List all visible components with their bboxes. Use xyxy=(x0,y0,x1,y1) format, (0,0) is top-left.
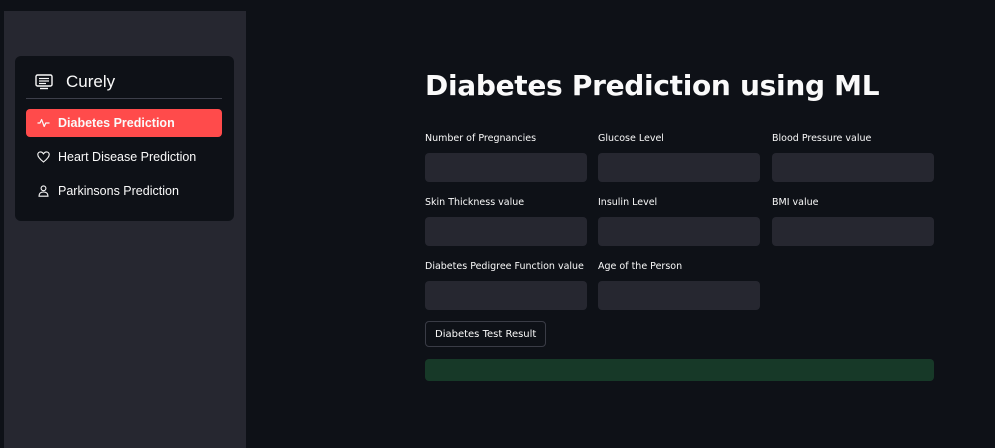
diabetes-test-result-button[interactable]: Diabetes Test Result xyxy=(425,321,547,347)
heart-icon xyxy=(36,150,50,164)
skin-thickness-label: Skin Thickness value xyxy=(425,197,525,208)
skin-thickness-input[interactable] xyxy=(425,217,587,246)
glucose-label: Glucose Level xyxy=(598,133,664,144)
pregnancies-input[interactable] xyxy=(425,153,587,182)
pedigree-function-label: Diabetes Pedigree Function value xyxy=(425,261,584,272)
menu-item-parkinsons-prediction[interactable]: Parkinsons Prediction xyxy=(26,177,222,205)
glucose-input[interactable] xyxy=(598,153,760,182)
pregnancies-label: Number of Pregnancies xyxy=(425,133,537,144)
menu-item-heart-disease-prediction[interactable]: Heart Disease Prediction xyxy=(26,143,222,171)
pedigree-function-input[interactable] xyxy=(425,281,587,310)
insulin-label: Insulin Level xyxy=(598,197,658,208)
page-title: Diabetes Prediction using ML xyxy=(425,69,880,102)
menu-header: Curely xyxy=(34,70,115,94)
menu-item-label: Heart Disease Prediction xyxy=(58,150,197,164)
age-label: Age of the Person xyxy=(598,261,683,272)
activity-icon xyxy=(36,116,50,130)
top-strip xyxy=(0,0,995,11)
person-icon xyxy=(36,184,50,198)
option-menu: Curely Diabetes Prediction Heart Disease… xyxy=(15,56,234,221)
clipboard-list-icon xyxy=(34,72,54,92)
blood-pressure-label: Blood Pressure value xyxy=(772,133,872,144)
main-content: Diabetes Prediction using ML Number of P… xyxy=(246,11,995,448)
bmi-input[interactable] xyxy=(772,217,934,246)
menu-item-label: Parkinsons Prediction xyxy=(58,184,179,198)
result-success-box xyxy=(425,359,934,381)
menu-item-diabetes-prediction[interactable]: Diabetes Prediction xyxy=(26,109,222,137)
menu-title: Curely xyxy=(66,72,116,91)
menu-item-label: Diabetes Prediction xyxy=(58,116,175,130)
menu-divider xyxy=(26,98,222,99)
insulin-input[interactable] xyxy=(598,217,760,246)
bmi-label: BMI value xyxy=(772,197,819,208)
blood-pressure-input[interactable] xyxy=(772,153,934,182)
age-input[interactable] xyxy=(598,281,760,310)
